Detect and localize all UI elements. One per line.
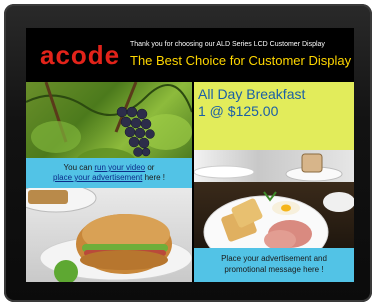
thank-you-text: Thank you for choosing our ALD Series LC… [130, 41, 325, 48]
video-ad-banner: You can run your video or place your adv… [26, 158, 192, 188]
sandwich-photo [26, 188, 192, 282]
promo-title: All Day Breakfast [198, 86, 306, 102]
place-ad-link[interactable]: place your advertisement [53, 173, 142, 182]
run-video-link[interactable]: run your video [94, 163, 145, 172]
promo-panel: All Day Breakfast 1 @ $125.00 [194, 82, 354, 150]
coffee-table-photo [194, 150, 354, 182]
video-ad-line1: You can run your video or [63, 163, 155, 172]
promo-price: 1 @ $125.00 [198, 103, 279, 119]
promo-message-line2: promotional message here ! [224, 265, 324, 274]
display-header: acode Thank you for choosing our ALD Ser… [26, 28, 354, 82]
brand-logo: acode [40, 40, 121, 70]
display-screen: acode Thank you for choosing our ALD Ser… [26, 28, 354, 282]
tagline: The Best Choice for Customer Display [130, 53, 352, 68]
promo-message-banner: Place your advertisement and promotional… [194, 248, 354, 282]
promo-message-line1: Place your advertisement and [221, 254, 327, 263]
video-ad-line2: place your advertisement here ! [52, 173, 166, 182]
